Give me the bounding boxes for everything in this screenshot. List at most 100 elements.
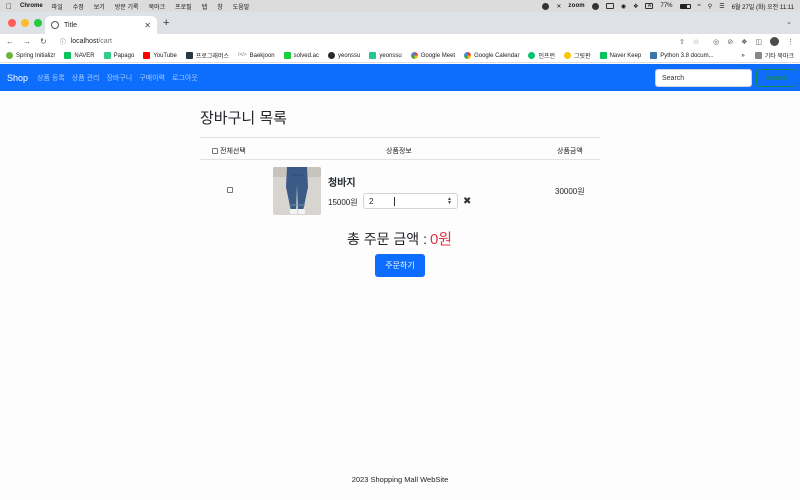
menubar-item-window[interactable]: 창 (217, 2, 223, 11)
bookmark-naver-keep[interactable]: Naver Keep (599, 52, 641, 59)
order-button[interactable]: 주문하기 (375, 254, 425, 277)
nav-link-manage-products[interactable]: 상품 관리 (72, 73, 100, 83)
bookmark-github-yeonssu[interactable]: yeonssu (328, 52, 360, 59)
search-icon[interactable]: ⚲ (708, 3, 712, 10)
bookmark-label: Google Meet (420, 52, 456, 59)
address-bar[interactable]: ⓘ localhost/cart ⇧ ☆ (60, 35, 699, 48)
apple-icon[interactable]:  (6, 2, 12, 11)
menubar-status-area: ✕ zoom ◉ ❖ A 77% ≈ ⚲ ☰ 6월 27일 (화) 오전 11:… (542, 2, 794, 11)
bookmark-solved-ac[interactable]: solved.ac (283, 52, 319, 59)
google-icon (410, 52, 418, 59)
bookmark-google-calendar[interactable]: Google Calendar (464, 52, 519, 59)
papago-icon (103, 52, 111, 59)
extension-block-icon[interactable]: ⊘ (727, 38, 733, 46)
menubar-item-file[interactable]: 파일 (52, 2, 63, 11)
kakaotalk-icon[interactable] (591, 2, 599, 10)
reload-icon[interactable]: ↻ (40, 37, 47, 46)
maximize-window-button[interactable] (34, 19, 42, 27)
bookmark-label: yeonssu (338, 52, 361, 59)
profile-avatar[interactable] (770, 37, 780, 46)
naver-icon (64, 52, 72, 59)
menubar-item-tab[interactable]: 탭 (202, 2, 208, 11)
select-all-checkbox[interactable] (212, 148, 218, 154)
search-button[interactable]: Search (756, 69, 796, 87)
globe-icon (51, 21, 59, 29)
extensions-puzzle-icon[interactable]: ❖ (741, 38, 747, 46)
bookmarks-more-chevron[interactable]: » (741, 53, 744, 59)
close-tab-icon[interactable]: ✕ (144, 21, 151, 30)
solved-ac-icon (283, 52, 291, 59)
url-host: localhost (70, 38, 99, 45)
browser-tab-active[interactable]: Title ✕ (45, 16, 157, 34)
minimize-window-button[interactable] (21, 19, 29, 27)
menubar-item-help[interactable]: 도움말 (233, 2, 250, 11)
remove-item-icon[interactable]: ✖ (463, 196, 471, 207)
menubar-clock[interactable]: 6월 27일 (화) 오전 11:11 (732, 2, 794, 11)
gritpan-icon (564, 52, 572, 59)
menubar-app-name[interactable]: Chrome (20, 3, 43, 9)
extension-cast-icon[interactable]: ◎ (713, 38, 719, 46)
bookmark-star-icon[interactable]: ☆ (693, 38, 699, 46)
bookmark-label: Google Calendar (474, 52, 520, 59)
menubar-item-view[interactable]: 보기 (94, 2, 105, 11)
site-info-icon[interactable]: ⓘ (60, 37, 66, 46)
bookmark-programmers[interactable]: 프로그래머스 (185, 51, 229, 60)
select-all-header[interactable]: 전체선택 (212, 146, 246, 156)
product-name[interactable]: 청바지 (328, 174, 356, 189)
tab-title: Title (64, 21, 77, 29)
bookmark-youtube[interactable]: YouTube (143, 52, 177, 59)
other-bookmarks[interactable]: 기타 북마크 (754, 51, 794, 60)
search-input[interactable]: Search (655, 69, 752, 87)
bookmark-naver[interactable]: NAVER (64, 52, 95, 59)
tab-strip: Title ✕ + ⌄ (0, 12, 800, 34)
screen-icon[interactable] (605, 3, 614, 9)
item-total-price: 30000원 (555, 187, 585, 196)
input-source-indicator[interactable]: A (645, 3, 654, 9)
baekjoon-icon: /</> (237, 52, 247, 59)
new-tab-button[interactable]: + (163, 17, 169, 29)
bookmark-google-meet[interactable]: Google Meet (410, 52, 456, 59)
youtube-icon (143, 52, 151, 59)
cart-item-checkbox[interactable] (227, 187, 233, 193)
tab-search-chevron-icon[interactable]: ⌄ (786, 18, 792, 26)
bookmark-gritpan[interactable]: 그릿판 (564, 51, 591, 60)
bookmark-baekjoon[interactable]: /</> Baekjoon (237, 52, 275, 59)
menubar-item-profile[interactable]: 프로필 (175, 2, 192, 11)
battery-icon[interactable] (679, 3, 691, 9)
headphones-icon[interactable]: ◉ (621, 3, 626, 10)
control-center-icon[interactable]: ☰ (719, 3, 724, 10)
bookmark-spring-initializr[interactable]: Spring Initializr (6, 52, 55, 59)
product-image[interactable] (273, 167, 321, 215)
menubar-item-edit[interactable]: 수정 (73, 2, 84, 11)
back-arrow-icon[interactable]: ← (6, 37, 14, 46)
nav-link-cart[interactable]: 장바구니 (106, 73, 132, 83)
bookmark-papago[interactable]: Papago (103, 52, 134, 59)
side-panel-icon[interactable]: ◫ (755, 38, 762, 46)
wifi-icon[interactable]: ≈ (698, 3, 701, 9)
record-icon[interactable] (542, 2, 550, 10)
nav-link-purchase-history[interactable]: 구매이력 (139, 73, 165, 83)
forward-arrow-icon[interactable]: → (23, 37, 31, 46)
site-brand[interactable]: Shop (7, 73, 28, 83)
site-navbar: Shop 상품 등록 상품 관리 장바구니 구매이력 로그아웃 Search S… (0, 64, 800, 91)
bookmark-velog-yeonssu[interactable]: yeonssu (369, 52, 402, 59)
menubar-item-history[interactable]: 방문 기록 (115, 2, 139, 11)
nav-link-register-product[interactable]: 상품 등록 (37, 73, 65, 83)
bookmarks-overflow: » 기타 북마크 (741, 51, 794, 60)
bookmark-inflearn[interactable]: 인프런 (528, 51, 555, 60)
share-icon[interactable]: ⇧ (679, 38, 685, 46)
browser-menu-icon[interactable]: ⋮ (787, 38, 794, 46)
bookmark-python-docs[interactable]: Python 3.8 docum... (650, 52, 714, 59)
spinner-arrows-icon[interactable]: ▲ ▼ (447, 197, 452, 206)
zoom-status[interactable]: zoom (568, 3, 584, 9)
quantity-stepper[interactable]: 2 ▲ ▼ (363, 193, 458, 209)
github-icon (328, 52, 335, 59)
mute-icon[interactable]: ✕ (556, 3, 561, 10)
text-cursor (394, 197, 395, 206)
close-window-button[interactable] (8, 19, 16, 27)
order-total-amount: 0원 (429, 231, 453, 248)
nav-link-logout[interactable]: 로그아웃 (172, 73, 198, 83)
menubar-item-bookmarks[interactable]: 북마크 (149, 2, 166, 11)
bluetooth-icon[interactable]: ❖ (633, 3, 638, 10)
velog-icon (369, 52, 377, 59)
